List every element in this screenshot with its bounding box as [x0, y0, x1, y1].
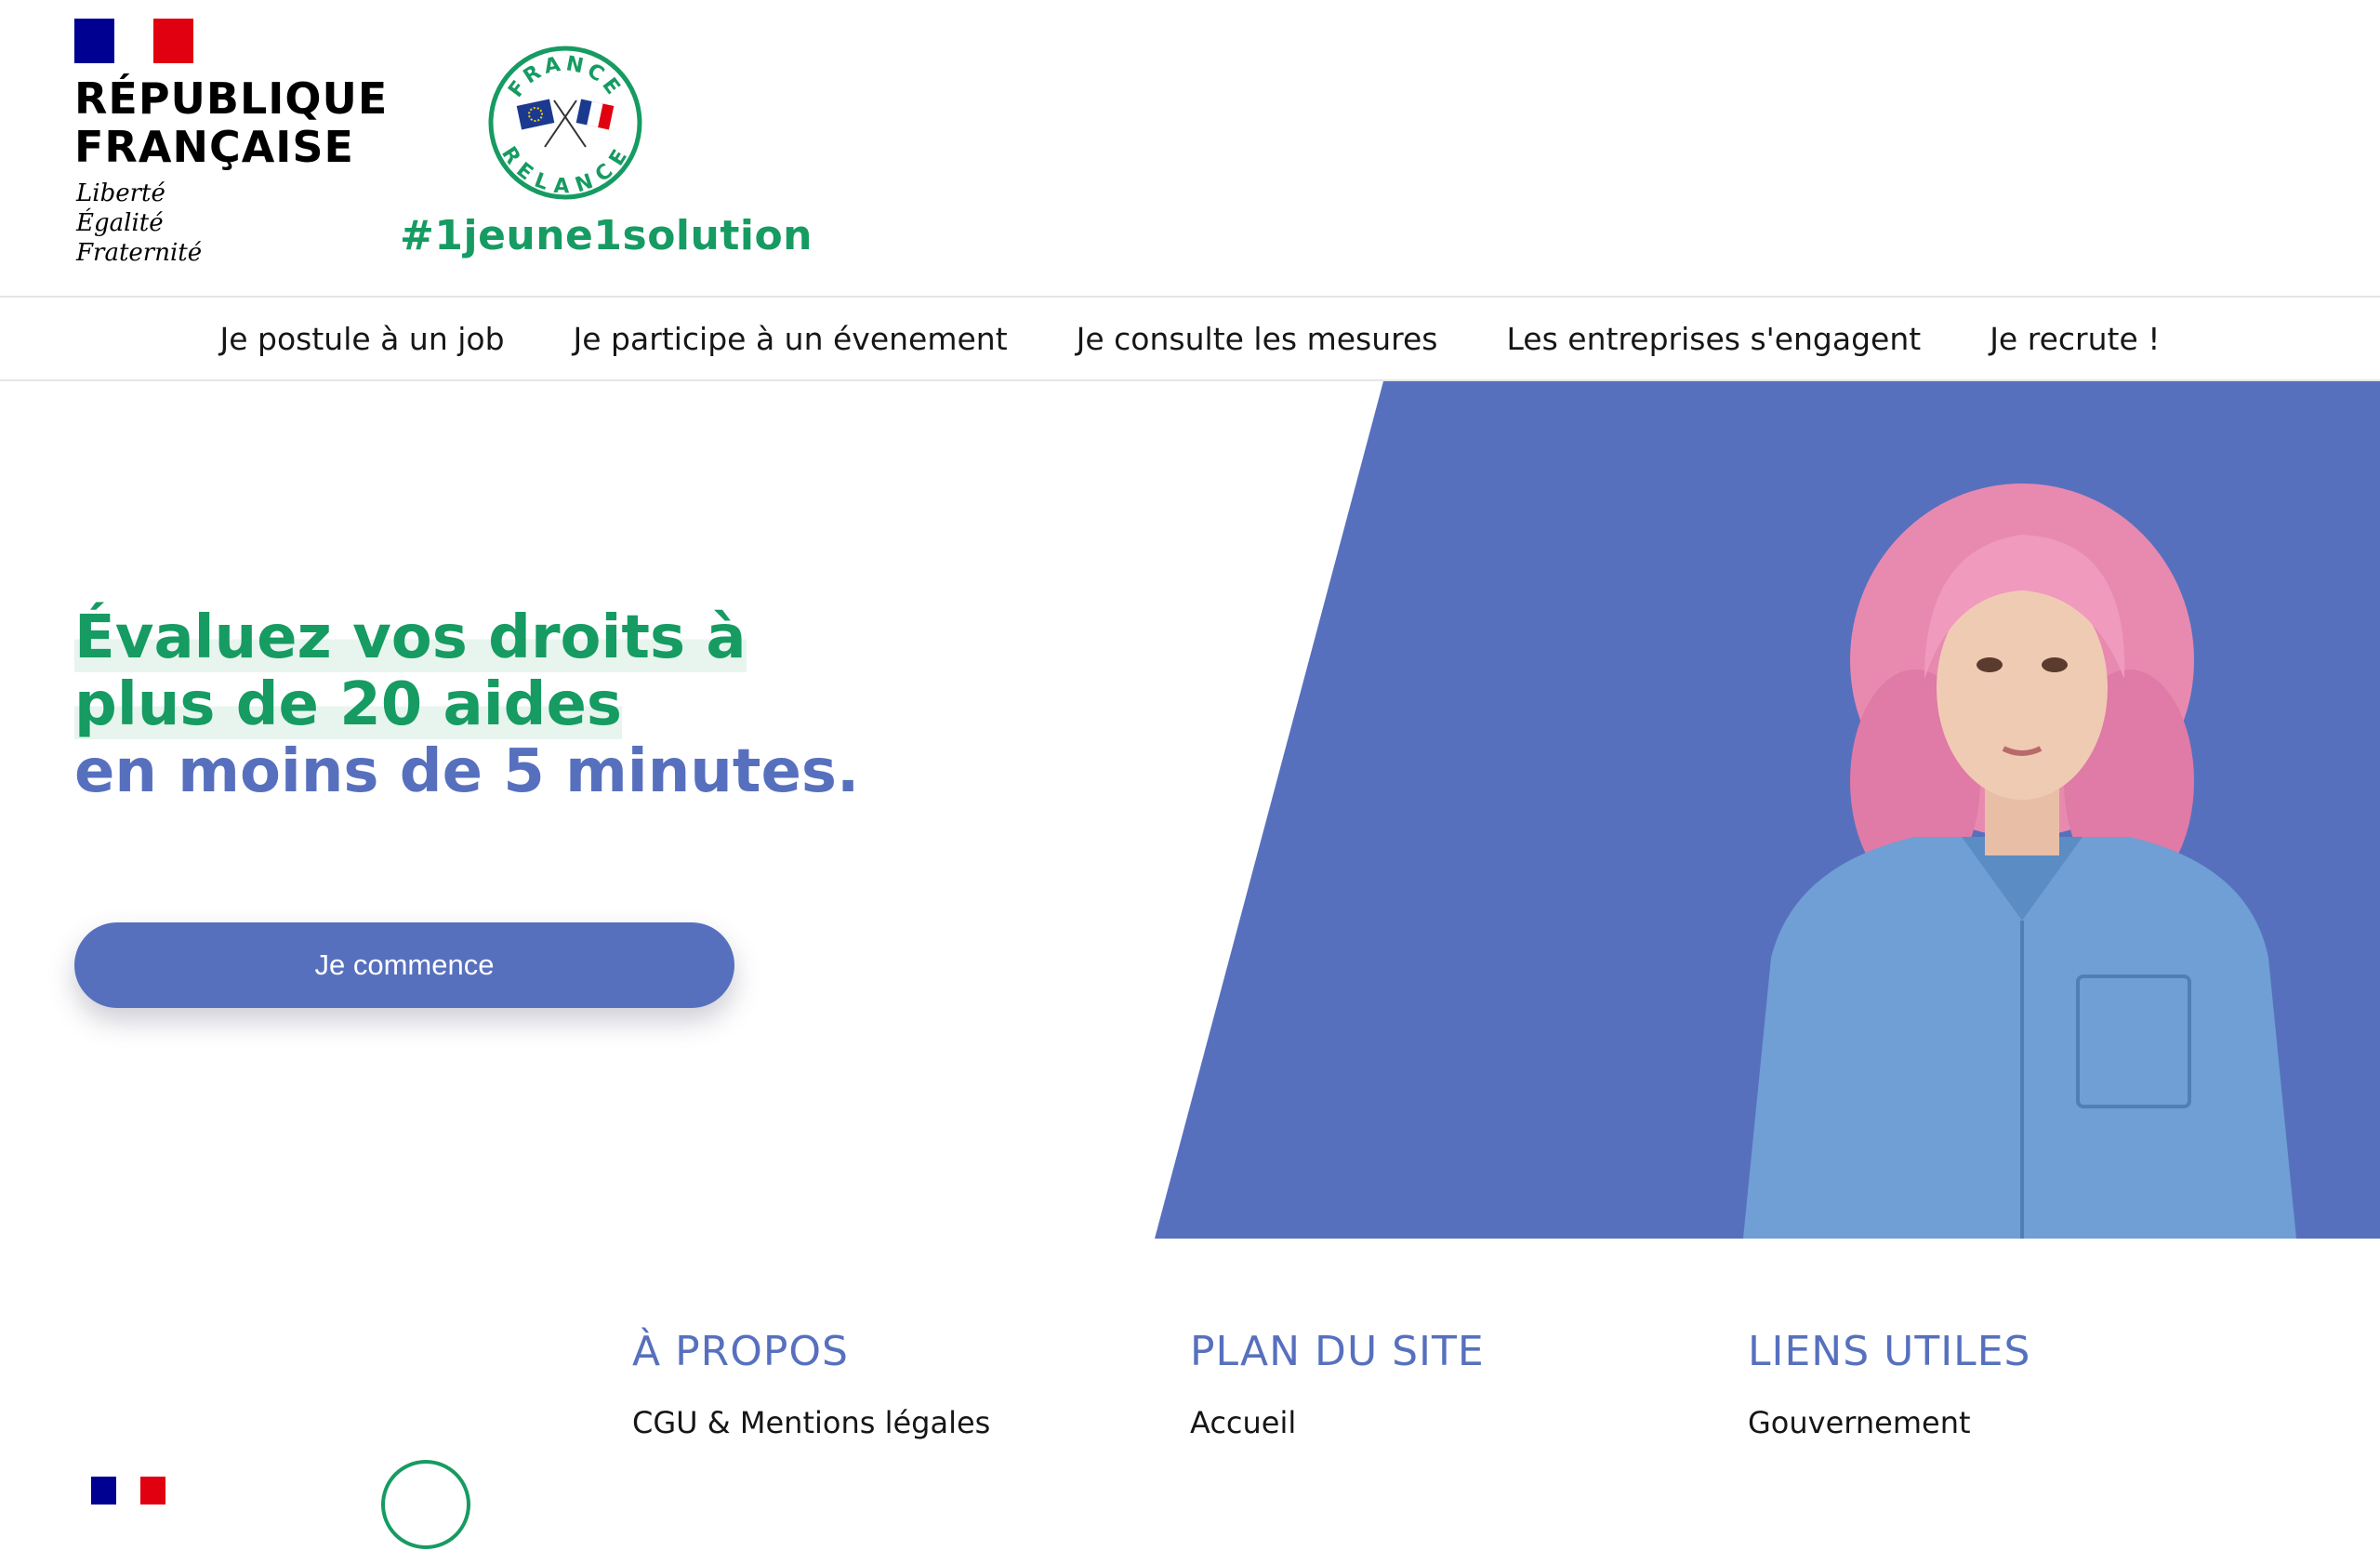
republique-francaise-name: RÉPUBLIQUE FRANÇAISE [74, 74, 388, 171]
nav-item-postule-job[interactable]: Je postule à un job [220, 321, 505, 357]
motto-liberte: Liberté [76, 179, 165, 207]
france-relance-logo[interactable]: FRANCE RELANCE #1jeune1solution [390, 41, 813, 273]
hero-title: Évaluez vos droits à plus de 20 aides en… [74, 603, 860, 806]
hero-title-line3: en moins de 5 minutes. [74, 737, 860, 806]
footer-col-plan-du-site: PLAN DU SITE Accueil [1190, 1328, 1485, 1440]
motto-egalite: Égalité [76, 209, 164, 237]
hero-title-line2: plus de 20 aides [74, 670, 622, 739]
footer-marianne-flag-icon [91, 1477, 166, 1505]
nav-item-entreprises[interactable]: Les entreprises s'engagent [1506, 321, 1921, 357]
rf-name-line1: RÉPUBLIQUE [74, 73, 389, 124]
hashtag-1jeune1solution: #1jeune1solution [400, 212, 813, 259]
site-header: RÉPUBLIQUE FRANÇAISE Liberté Égalité Fra… [0, 0, 2380, 298]
hero-illustration [1155, 381, 2380, 1239]
footer-link-accueil[interactable]: Accueil [1190, 1405, 1485, 1440]
hero-title-line1: Évaluez vos droits à [74, 603, 747, 672]
motto-fraternite: Fraternité [76, 239, 203, 267]
hero-section: Évaluez vos droits à plus de 20 aides en… [0, 381, 2380, 1239]
footer-col-title: PLAN DU SITE [1190, 1328, 1485, 1375]
footer-col-title: LIENS UTILES [1748, 1328, 2031, 1375]
nav-item-evenement[interactable]: Je participe à un évenement [574, 321, 1008, 357]
footer-col-a-propos: À PROPOS CGU & Mentions légales [632, 1328, 990, 1440]
nav-item-mesures[interactable]: Je consulte les mesures [1077, 321, 1438, 357]
footer-link-gouvernement[interactable]: Gouvernement [1748, 1405, 2030, 1440]
footer-france-relance-seal-icon [381, 1460, 470, 1549]
je-commence-button[interactable]: Je commence [74, 922, 734, 1008]
rf-motto: Liberté Égalité Fraternité [76, 179, 202, 268]
footer-link-cgu[interactable]: CGU & Mentions légales [632, 1405, 990, 1440]
rf-name-line2: FRANÇAISE [74, 122, 354, 172]
main-navigation: Je postule à un job Je participe à un év… [0, 298, 2380, 381]
footer-col-title: À PROPOS [632, 1328, 849, 1375]
republique-francaise-logo[interactable]: RÉPUBLIQUE FRANÇAISE Liberté Égalité Fra… [74, 19, 387, 270]
france-relance-seal-icon: FRANCE RELANCE [488, 46, 642, 200]
site-footer: À PROPOS CGU & Mentions légales PLAN DU … [0, 1239, 2380, 1549]
footer-col-liens-utiles: LIENS UTILES Gouvernement [1748, 1328, 2030, 1440]
nav-item-recrute[interactable]: Je recrute ! [1990, 321, 2160, 357]
marianne-flag-icon [74, 19, 194, 63]
